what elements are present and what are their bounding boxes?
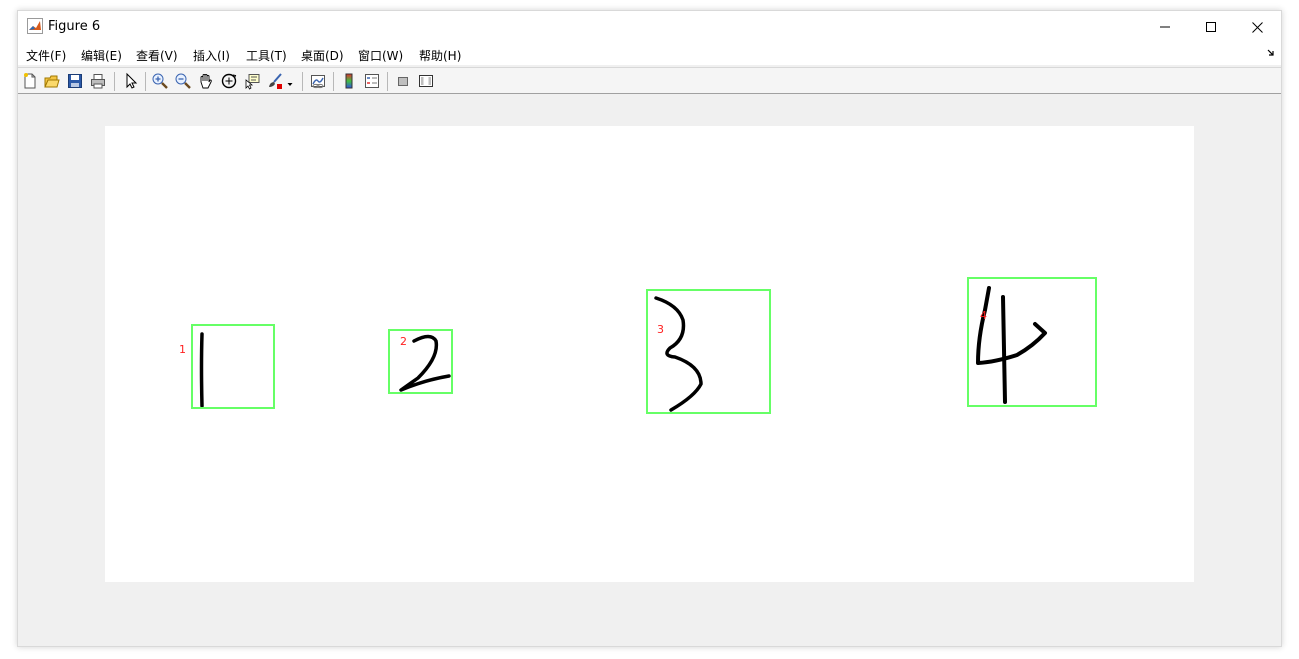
region-label-4: 4 (980, 309, 987, 322)
link-plot-icon[interactable] (309, 72, 327, 90)
detection-box-4 (967, 277, 1097, 407)
pan-hand-icon[interactable] (197, 72, 215, 90)
print-icon[interactable] (89, 72, 107, 90)
menu-bar: 文件(F) 编辑(E) 查看(V) 插入(I) 工具(T) 桌面(D) 窗口(W… (18, 43, 1281, 65)
data-cursor-icon[interactable] (243, 72, 261, 90)
figure-toolbar (18, 67, 1281, 94)
open-file-icon[interactable] (43, 72, 61, 90)
window-title: Figure 6 (48, 19, 101, 34)
menu-file[interactable]: 文件(F) (26, 47, 66, 64)
colorbar-icon[interactable] (340, 72, 358, 90)
matlab-logo-icon (27, 18, 43, 34)
toolbar-separator (114, 72, 115, 91)
menu-tools[interactable]: 工具(T) (246, 47, 287, 64)
figure-canvas[interactable]: 1 2 3 4 (105, 126, 1194, 582)
toolbar-separator (302, 72, 303, 91)
menu-help[interactable]: 帮助(H) (419, 47, 461, 64)
toolbar-separator (387, 72, 388, 91)
rotate-3d-icon[interactable] (220, 72, 238, 90)
detection-box-1 (191, 324, 275, 409)
close-icon (1251, 21, 1263, 33)
legend-icon[interactable] (363, 72, 381, 90)
toolbar-separator (145, 72, 146, 91)
select-arrow-icon[interactable] (121, 72, 139, 90)
zoom-out-icon[interactable] (174, 72, 192, 90)
minimize-button[interactable] (1142, 11, 1188, 43)
maximize-icon (1206, 22, 1216, 32)
zoom-in-icon[interactable] (151, 72, 169, 90)
menu-window[interactable]: 窗口(W) (358, 47, 403, 64)
brush-icon[interactable] (266, 72, 284, 90)
minimize-icon (1160, 26, 1170, 28)
title-bar[interactable]: Figure 6 (18, 11, 1281, 43)
menu-view[interactable]: 查看(V) (136, 47, 178, 64)
maximize-button[interactable] (1188, 11, 1234, 43)
region-label-1: 1 (179, 343, 186, 356)
save-icon[interactable] (66, 72, 84, 90)
new-figure-icon[interactable] (21, 72, 39, 90)
detection-box-3 (646, 289, 771, 414)
dock-figure-icon[interactable] (1267, 49, 1275, 57)
show-plot-tools-icon[interactable] (417, 72, 435, 90)
detection-box-2 (388, 329, 453, 394)
region-label-3: 3 (657, 323, 664, 336)
menu-edit[interactable]: 编辑(E) (81, 47, 122, 64)
toolbar-separator (333, 72, 334, 91)
figure-window: Figure 6 文件(F) 编辑(E) 查看(V) 插入(I) 工具(T) 桌… (17, 10, 1282, 647)
brush-dropdown-icon[interactable] (286, 72, 294, 90)
menu-insert[interactable]: 插入(I) (193, 47, 230, 64)
region-label-2: 2 (400, 335, 407, 348)
close-button[interactable] (1234, 11, 1280, 43)
hide-plot-tools-icon[interactable] (394, 72, 412, 90)
menu-desktop[interactable]: 桌面(D) (301, 47, 344, 64)
